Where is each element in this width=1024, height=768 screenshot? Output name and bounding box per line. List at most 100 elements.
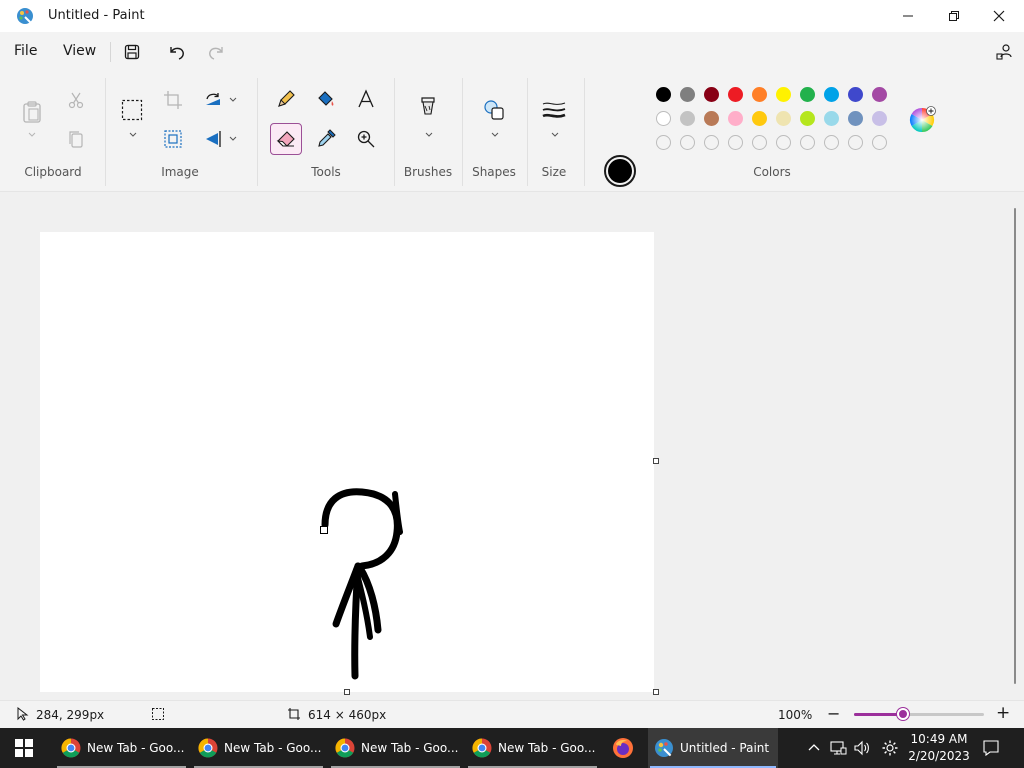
resize-handle-corner[interactable] — [653, 689, 659, 695]
flip-button[interactable] — [199, 125, 227, 153]
custom-color-slot[interactable] — [776, 135, 791, 150]
resize-button[interactable] — [159, 125, 187, 153]
copy-button[interactable] — [62, 125, 90, 153]
copy-icon — [69, 131, 83, 148]
chevron-down-icon — [28, 132, 36, 137]
canvas-size: 614 × 460px — [308, 708, 387, 722]
zoom-slider-thumb[interactable] — [897, 708, 910, 720]
color-swatch[interactable] — [728, 87, 743, 102]
brushes-dropdown-chevron[interactable] — [424, 130, 434, 140]
eyedropper-icon — [318, 129, 336, 147]
redo-button[interactable] — [204, 40, 228, 64]
color-swatch[interactable] — [824, 111, 839, 126]
paste-button[interactable] — [18, 94, 46, 130]
network-button[interactable] — [828, 738, 848, 758]
brushes-button[interactable] — [414, 94, 442, 122]
color-swatch[interactable] — [848, 87, 863, 102]
taskbar-clock[interactable]: 10:49 AM 2/20/2023 — [906, 731, 972, 765]
text-tool-button[interactable] — [352, 85, 380, 113]
custom-color-slot[interactable] — [848, 135, 863, 150]
fill-tool-button[interactable] — [312, 85, 340, 113]
drawing-canvas[interactable] — [40, 232, 654, 692]
cut-button[interactable] — [62, 86, 90, 114]
color-swatch[interactable] — [848, 111, 863, 126]
notifications-button[interactable] — [981, 738, 1001, 758]
start-button[interactable] — [0, 728, 48, 768]
account-button[interactable] — [992, 40, 1016, 64]
custom-color-slot[interactable] — [704, 135, 719, 150]
color-swatch[interactable] — [824, 87, 839, 102]
view-menu[interactable]: View — [63, 43, 96, 59]
shapes-dropdown-chevron[interactable] — [490, 130, 500, 140]
color-swatch[interactable] — [800, 111, 815, 126]
taskbar-paint[interactable]: Untitled - Paint — [648, 728, 778, 768]
close-button[interactable] — [976, 0, 1022, 32]
color-swatch[interactable] — [704, 111, 719, 126]
size-dropdown-chevron[interactable] — [550, 130, 560, 140]
crop-button[interactable] — [159, 86, 187, 114]
flip-dropdown-chevron[interactable] — [228, 134, 238, 144]
ribbon-separator — [257, 78, 258, 186]
select-button[interactable] — [118, 96, 146, 124]
paint-app-icon — [17, 8, 33, 25]
show-hidden-icons-button[interactable] — [804, 738, 824, 758]
magnifier-button[interactable] — [352, 125, 380, 153]
paste-dropdown-chevron[interactable] — [27, 130, 37, 140]
taskbar-firefox[interactable] — [612, 737, 634, 759]
zoom-out-button[interactable]: − — [827, 704, 840, 723]
color-swatch[interactable] — [752, 111, 767, 126]
chevron-down-icon — [229, 136, 237, 141]
taskbar-chrome-3[interactable]: New Tab - Goo... — [329, 728, 462, 768]
selection-size-icon — [152, 708, 164, 720]
color-swatch[interactable] — [656, 111, 671, 126]
color-swatch[interactable] — [728, 111, 743, 126]
color-swatch[interactable] — [680, 87, 695, 102]
taskbar-chrome-1[interactable]: New Tab - Goo... — [55, 728, 188, 768]
resize-handle-bottom[interactable] — [344, 689, 350, 695]
eraser-tool-button[interactable] — [270, 123, 302, 155]
rotate-button[interactable] — [199, 86, 227, 114]
taskbar-chrome-2[interactable]: New Tab - Goo... — [192, 728, 325, 768]
custom-color-slot[interactable] — [872, 135, 887, 150]
color-swatch[interactable] — [752, 87, 767, 102]
ribbon-separator — [462, 78, 463, 186]
select-dropdown-chevron[interactable] — [128, 130, 138, 140]
custom-color-slot[interactable] — [680, 135, 695, 150]
custom-color-slot[interactable] — [800, 135, 815, 150]
restore-button[interactable] — [931, 0, 977, 32]
minimize-button[interactable] — [885, 0, 931, 32]
settings-button[interactable] — [880, 738, 900, 758]
zoom-slider[interactable] — [854, 708, 984, 720]
undo-button[interactable] — [165, 40, 189, 64]
taskbar-chrome-4[interactable]: New Tab - Goo... — [466, 728, 599, 768]
color-swatch[interactable] — [776, 111, 791, 126]
taskbar-item-label: New Tab - Goo... — [361, 741, 459, 755]
shapes-button[interactable] — [480, 96, 508, 124]
custom-color-slot[interactable] — [656, 135, 671, 150]
cursor-position: 284, 299px — [36, 708, 105, 722]
account-icon — [996, 44, 1012, 60]
save-button[interactable] — [120, 40, 144, 64]
rotate-dropdown-chevron[interactable] — [228, 95, 238, 105]
file-menu[interactable]: File — [14, 43, 37, 59]
color-swatch[interactable] — [776, 87, 791, 102]
color-swatch[interactable] — [680, 111, 695, 126]
custom-color-slot[interactable] — [752, 135, 767, 150]
pencil-tool-button[interactable] — [272, 85, 300, 113]
ribbon-separator — [105, 78, 106, 186]
size-button[interactable] — [540, 96, 568, 124]
color-swatch[interactable] — [872, 111, 887, 126]
zoom-in-button[interactable]: + — [996, 703, 1010, 723]
custom-color-slot[interactable] — [728, 135, 743, 150]
resize-handle-right[interactable] — [653, 458, 659, 464]
color-picker-button[interactable] — [312, 125, 340, 153]
primary-color-button[interactable] — [604, 155, 636, 187]
vertical-scrollbar[interactable] — [1014, 208, 1016, 684]
color-swatch[interactable] — [704, 87, 719, 102]
color-swatch[interactable] — [656, 87, 671, 102]
custom-color-slot[interactable] — [824, 135, 839, 150]
volume-button[interactable] — [852, 738, 872, 758]
color-swatch[interactable] — [872, 87, 887, 102]
color-swatch[interactable] — [800, 87, 815, 102]
edit-colors-button[interactable] — [908, 106, 936, 134]
